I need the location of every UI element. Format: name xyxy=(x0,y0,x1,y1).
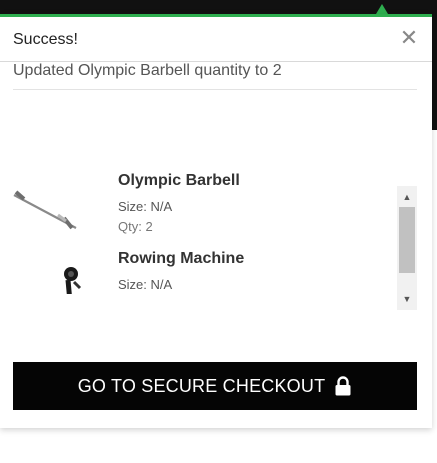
item-size: Size: N/A xyxy=(118,277,173,292)
checkout-button-label: GO TO SECURE CHECKOUT xyxy=(77,375,326,396)
popup-header: Success! ✕ xyxy=(0,17,432,62)
success-message: Updated Olympic Barbell quantity to 2 xyxy=(13,62,417,90)
popup-title: Success! xyxy=(13,31,78,48)
item-name[interactable]: Olympic Barbell xyxy=(118,172,240,190)
item-size: Size: N/A xyxy=(118,199,173,214)
cart-list-scrollbar[interactable]: ▲ ▼ xyxy=(397,186,417,310)
close-icon[interactable]: ✕ xyxy=(398,27,420,49)
scroll-up-arrow-icon[interactable]: ▲ xyxy=(397,186,417,206)
barbell-image xyxy=(13,190,77,230)
secure-checkout-button[interactable]: GO TO SECURE CHECKOUT xyxy=(13,362,417,410)
item-name[interactable]: Rowing Machine xyxy=(118,250,244,268)
page-background-strip xyxy=(432,15,437,130)
rowing-machine-image xyxy=(64,267,82,294)
scrollbar-thumb[interactable] xyxy=(399,207,415,273)
scroll-down-arrow-icon[interactable]: ▼ xyxy=(397,290,417,310)
item-quantity: Qty: 2 xyxy=(118,219,153,234)
lock-icon xyxy=(335,376,351,396)
cart-item-list: Olympic Barbell Size: N/A Qty: 2 Rowing … xyxy=(0,168,418,294)
site-header-bar xyxy=(0,0,437,15)
popup-pointer-caret xyxy=(376,4,388,14)
